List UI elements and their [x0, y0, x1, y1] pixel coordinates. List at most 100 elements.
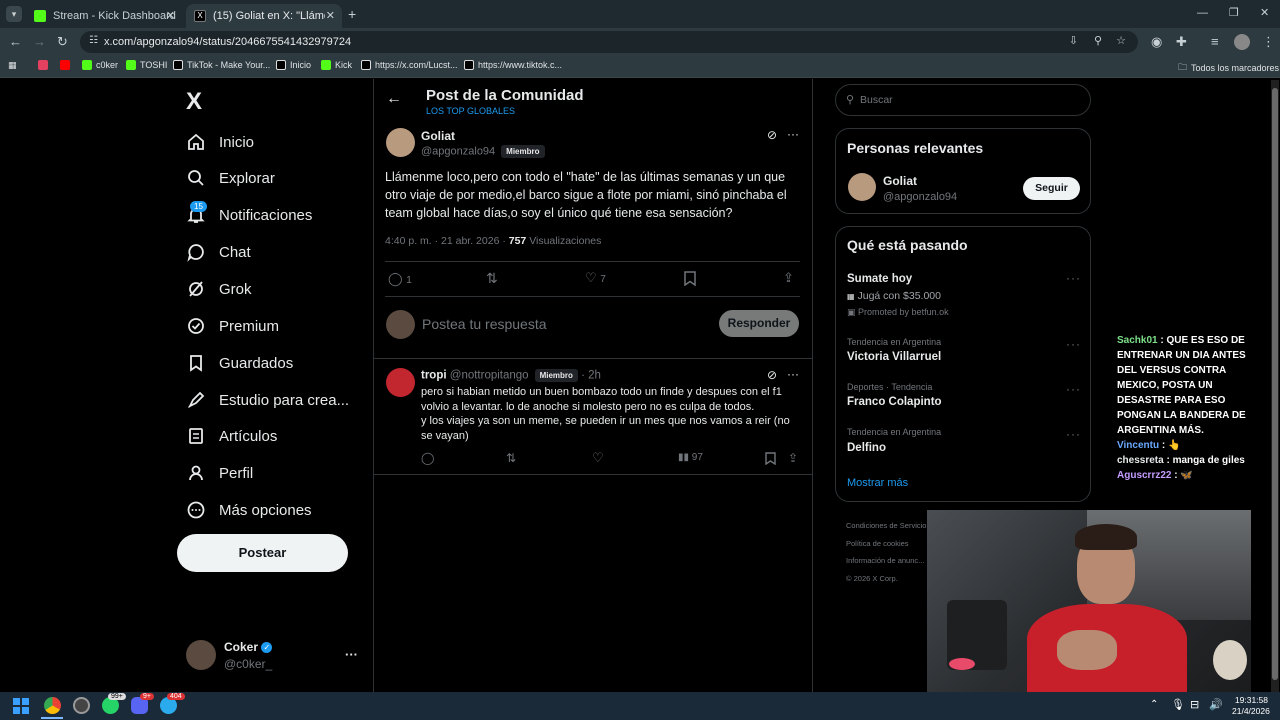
forward-icon[interactable]: → [33, 34, 46, 50]
minimize-button[interactable]: — [1197, 7, 1208, 19]
close-icon[interactable]: ✕ [166, 9, 175, 22]
community-link[interactable]: LOS TOP GLOBALES [426, 106, 515, 116]
reply-more-icon[interactable]: ··· [787, 367, 799, 381]
reply-time[interactable]: · 2h [581, 370, 601, 382]
nav-estudio[interactable]: Estudio para crea... [186, 386, 349, 414]
site-info-icon[interactable]: ☷ [89, 35, 98, 46]
reload-icon[interactable]: ↻ [57, 34, 68, 50]
reply-input[interactable]: Postea tu respuesta [422, 316, 547, 332]
relevant-user-name[interactable]: Goliat [883, 174, 917, 188]
nav-premium[interactable]: Premium [186, 312, 279, 340]
trend-title[interactable]: Franco Colapinto [847, 396, 942, 408]
post-author-name[interactable]: Goliat [421, 129, 455, 143]
clock[interactable]: 19:31:58 21/4/2026 [1232, 695, 1270, 717]
page-scrollbar[interactable] [1271, 80, 1279, 692]
bookmark-post-icon[interactable] [684, 271, 696, 291]
bookmark-inicio[interactable]: Inicio [276, 60, 311, 70]
trend-more-icon[interactable]: ··· [1066, 427, 1081, 441]
post-button[interactable]: Postear [177, 534, 348, 572]
reply-share-icon[interactable]: ⇪ [788, 451, 798, 465]
bookmark-tiktok-url[interactable]: https://www.tiktok.c... [464, 60, 562, 70]
reply-author-handle[interactable]: @nottropitango [450, 370, 529, 382]
trend-more-icon[interactable]: ··· [1066, 271, 1081, 285]
tab-x-post[interactable]: X (15) Goliat en X: "Llámenme loc ✕ [186, 4, 342, 28]
apps-grid-icon[interactable]: ▦ [8, 60, 17, 71]
reply-action[interactable]: ◯ 1 [388, 271, 412, 287]
nav-articulos[interactable]: Artículos [186, 422, 277, 450]
reply-reply-icon[interactable]: ◯ [421, 451, 434, 465]
url-bar[interactable]: ☷ x.com/apgonzalo94/status/2046675541432… [80, 31, 1138, 53]
reply-bookmark-icon[interactable] [765, 452, 776, 470]
bookmark-instagram[interactable] [38, 60, 52, 70]
profile-avatar[interactable] [1234, 34, 1250, 50]
bookmark-kick[interactable]: Kick [321, 60, 352, 70]
install-icon[interactable]: ⇩ [1069, 34, 1078, 47]
back-icon[interactable]: ← [9, 34, 22, 50]
bookmark-c0ker[interactable]: c0ker [82, 60, 118, 70]
all-bookmarks[interactable]: 🗀 Todos los marcadores [1178, 60, 1279, 76]
relevant-user-handle[interactable]: @apgonzalo94 [883, 191, 957, 203]
search-input[interactable]: Buscar [860, 94, 893, 106]
relevant-user-avatar[interactable] [848, 173, 876, 201]
new-tab-button[interactable]: + [348, 6, 356, 22]
close-icon[interactable]: ✕ [326, 9, 335, 22]
bookmark-toshi[interactable]: TOSHI [126, 60, 167, 70]
x-logo[interactable]: X [186, 88, 202, 116]
nav-chat[interactable]: Chat [186, 238, 251, 266]
extension-icon[interactable]: ◉ [1151, 34, 1162, 50]
show-more-link[interactable]: Mostrar más [847, 477, 908, 489]
reply-repost-icon[interactable]: ⇅ [506, 451, 516, 465]
extensions-puzzle-icon[interactable]: ✚ [1176, 34, 1187, 50]
star-icon[interactable]: ☆ [1116, 34, 1126, 47]
bookmark-tiktok[interactable]: TikTok - Make Your... [173, 60, 270, 70]
maximize-button[interactable]: ❐ [1229, 6, 1239, 19]
account-avatar[interactable] [186, 640, 216, 670]
nav-perfil[interactable]: Perfil [186, 459, 253, 487]
nav-notificaciones[interactable]: 15 Notificaciones [186, 201, 312, 229]
trend-title[interactable]: Victoria Villarruel [847, 351, 941, 363]
reply-author-avatar[interactable] [386, 368, 415, 397]
reply-like-icon[interactable]: ♡ [592, 450, 604, 466]
tab-search-icon[interactable]: ▾ [6, 6, 22, 22]
nav-mas-opciones[interactable]: Más opciones [186, 496, 312, 524]
media-icon[interactable]: ≡ [1211, 34, 1219, 50]
footer-cookies-link[interactable]: Política de cookies [846, 535, 931, 553]
windows-start-icon[interactable] [13, 698, 29, 714]
microphone-icon[interactable]: 🎙 [1171, 698, 1185, 711]
reply-button[interactable]: Responder [719, 310, 799, 337]
trend-title[interactable]: Sumate hoy [847, 273, 912, 285]
browser-menu-icon[interactable]: ⋮ [1262, 34, 1275, 50]
trend-more-icon[interactable]: ··· [1066, 337, 1081, 351]
like-action[interactable]: ♡ 7 [585, 270, 606, 286]
tab-kick-dashboard[interactable]: Stream - Kick Dashboard ✕ [26, 4, 182, 28]
post-author-handle[interactable]: @apgonzalo94 [421, 145, 495, 157]
tray-chevron-icon[interactable]: ⌃ [1150, 699, 1158, 710]
repost-icon[interactable]: ⇅ [486, 270, 498, 287]
chrome-taskbar-icon[interactable] [44, 697, 61, 714]
nav-guardados[interactable]: Guardados [186, 349, 293, 377]
account-name[interactable]: Coker ✓ [224, 640, 273, 654]
post-time[interactable]: 4:40 p. m. · 21 abr. 2026 · [385, 235, 509, 247]
share-icon[interactable]: ⇪ [783, 270, 794, 286]
window-close-button[interactable]: ✕ [1260, 6, 1269, 19]
trend-title[interactable]: Delfino [847, 442, 886, 454]
obs-taskbar-icon[interactable] [73, 697, 90, 714]
nav-explorar[interactable]: Explorar [186, 164, 275, 192]
network-icon[interactable]: ⊟ [1190, 698, 1199, 711]
reply-author-name[interactable]: tropi [421, 370, 447, 382]
reply-views[interactable]: ▮▮ 97 [678, 452, 703, 463]
follow-button[interactable]: Seguir [1023, 177, 1080, 200]
bookmark-youtube[interactable] [60, 60, 74, 70]
back-arrow-icon[interactable]: ← [386, 90, 402, 108]
bookmark-x-lucst[interactable]: https://x.com/Lucst... [361, 60, 458, 70]
footer-ads-info-link[interactable]: Información de anunc... [846, 552, 931, 570]
footer-terms-link[interactable]: Condiciones de Servicio [846, 517, 931, 535]
post-more-icon[interactable]: ··· [787, 127, 799, 141]
post-author-avatar[interactable] [386, 128, 415, 157]
account-more-icon[interactable]: ··· [345, 647, 358, 662]
trend-more-icon[interactable]: ··· [1066, 382, 1081, 396]
nav-grok[interactable]: Grok [186, 275, 252, 303]
zoom-icon[interactable]: ⚲ [1094, 34, 1102, 47]
volume-icon[interactable]: 🔊 [1209, 698, 1223, 711]
nav-inicio[interactable]: Inicio [186, 128, 254, 156]
